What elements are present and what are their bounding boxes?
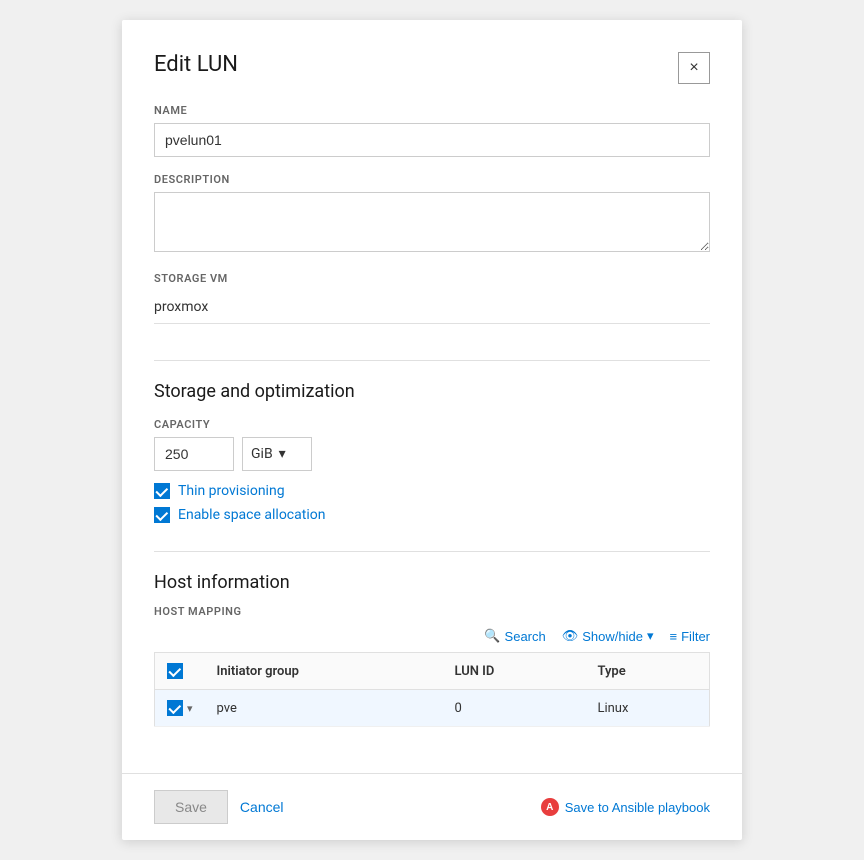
modal-header: Edit LUN ×	[154, 52, 710, 84]
row-checkbox[interactable]	[167, 700, 183, 716]
row-initiator-group: pve	[205, 690, 443, 727]
eye-icon: 👁	[562, 628, 579, 644]
capacity-label: CAPACITY	[154, 418, 710, 431]
table-header-row: Initiator group LUN ID Type	[155, 653, 710, 690]
close-button[interactable]: ×	[678, 52, 710, 84]
header-type: Type	[585, 653, 709, 690]
row-lun-id: 0	[442, 690, 585, 727]
ansible-label: Save to Ansible playbook	[565, 800, 710, 815]
table-body: ▾ pve 0 Linux	[155, 690, 710, 727]
name-label: NAME	[154, 104, 710, 117]
section-divider-1	[154, 360, 710, 361]
host-information-section: Host information HOST MAPPING 🔍 Search 👁…	[154, 572, 710, 727]
select-all-checkbox[interactable]	[167, 663, 183, 679]
ansible-icon: A	[541, 798, 559, 816]
filter-button[interactable]: ≡ Filter	[670, 629, 710, 644]
header-initiator-group: Initiator group	[205, 653, 443, 690]
section-divider-2	[154, 551, 710, 552]
name-input[interactable]	[154, 123, 710, 157]
showhide-chevron-icon: ▾	[647, 628, 654, 644]
table-header: Initiator group LUN ID Type	[155, 653, 710, 690]
footer-actions-left: Save Cancel	[154, 790, 284, 824]
ansible-save-button[interactable]: A Save to Ansible playbook	[541, 798, 710, 816]
description-input[interactable]	[154, 192, 710, 252]
row-checkbox-cell: ▾	[155, 690, 205, 727]
name-field-group: NAME	[154, 104, 710, 157]
search-icon: 🔍	[484, 628, 500, 644]
search-button[interactable]: 🔍 Search	[484, 628, 545, 644]
filter-label: Filter	[681, 629, 710, 644]
expand-arrow-icon[interactable]: ▾	[187, 702, 193, 715]
storage-section-title: Storage and optimization	[154, 381, 710, 402]
enable-space-checkbox[interactable]	[154, 507, 170, 523]
host-mapping-label: HOST MAPPING	[154, 605, 710, 618]
storage-optimization-section: Storage and optimization CAPACITY GiB ▾ …	[154, 381, 710, 531]
edit-lun-modal: Edit LUN × NAME DESCRIPTION STORAGE VM p…	[122, 20, 742, 840]
thin-provisioning-checkbox[interactable]	[154, 483, 170, 499]
header-checkbox-cell	[155, 653, 205, 690]
row-type: Linux	[585, 690, 709, 727]
thin-provisioning-label[interactable]: Thin provisioning	[178, 483, 285, 499]
table-row: ▾ pve 0 Linux	[155, 690, 710, 727]
save-button[interactable]: Save	[154, 790, 228, 824]
description-field-group: DESCRIPTION	[154, 173, 710, 256]
storage-vm-field-group: STORAGE VM proxmox	[154, 272, 710, 324]
showhide-label: Show/hide	[582, 629, 643, 644]
thin-provisioning-row: Thin provisioning	[154, 483, 710, 499]
capacity-input[interactable]	[154, 437, 234, 471]
table-toolbar: 🔍 Search 👁 Show/hide ▾ ≡ Filter	[154, 628, 710, 644]
modal-footer: Save Cancel A Save to Ansible playbook	[122, 773, 742, 840]
storage-vm-value: proxmox	[154, 291, 710, 324]
search-label: Search	[505, 629, 546, 644]
cancel-button[interactable]: Cancel	[240, 799, 284, 815]
host-info-title: Host information	[154, 572, 710, 593]
unit-value: GiB	[251, 446, 273, 462]
description-label: DESCRIPTION	[154, 173, 710, 186]
enable-space-label[interactable]: Enable space allocation	[178, 507, 325, 523]
header-lun-id: LUN ID	[442, 653, 585, 690]
storage-vm-label: STORAGE VM	[154, 272, 710, 285]
unit-chevron-icon: ▾	[279, 446, 286, 462]
modal-title: Edit LUN	[154, 52, 238, 77]
enable-space-row: Enable space allocation	[154, 507, 710, 523]
showhide-button[interactable]: 👁 Show/hide ▾	[562, 628, 654, 644]
host-mapping-table: Initiator group LUN ID Type ▾	[154, 652, 710, 727]
filter-icon: ≡	[670, 629, 678, 644]
unit-select[interactable]: GiB ▾	[242, 437, 312, 471]
capacity-row: GiB ▾	[154, 437, 710, 471]
